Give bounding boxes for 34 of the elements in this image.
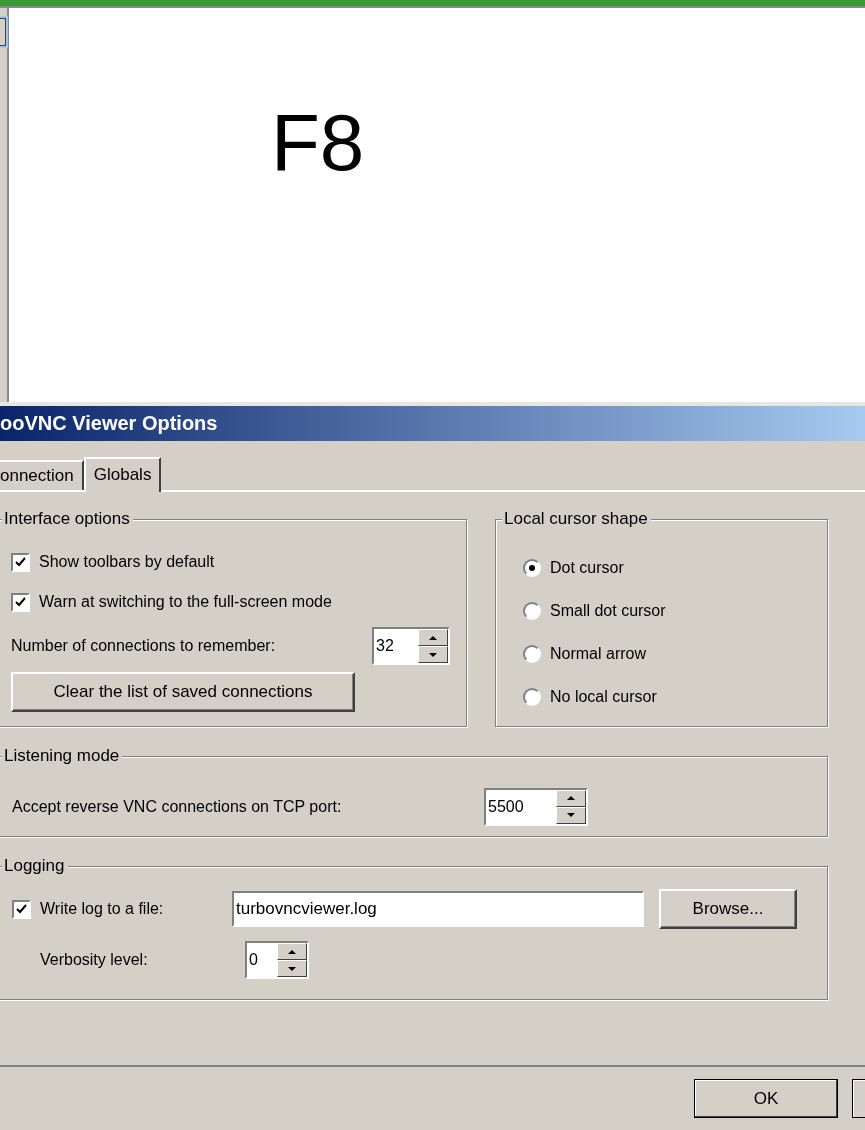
group-title: Local cursor shape [502,509,651,529]
browse-button[interactable]: Browse... [659,889,797,929]
toolbar-button[interactable] [0,18,6,46]
group-title: Logging [2,856,68,876]
group-title: Interface options [2,509,133,529]
group-title: Listening mode [2,746,123,766]
radio-label: No local cursor [550,687,657,706]
checkbox-label: Warn at switching to the full-screen mode [39,593,332,611]
radio-button[interactable] [523,601,541,620]
field-label: Number of connections to remember: [11,637,277,655]
clear-button[interactable]: Clear the list of saved connections [11,672,355,712]
file-field[interactable]: turbovncviewer.log [232,891,644,927]
radio-button[interactable] [523,644,541,663]
partial-button[interactable] [852,1079,865,1118]
radio-button[interactable] [523,558,541,577]
radio-label: Small dot cursor [550,601,666,620]
checkmark-icon [15,557,26,567]
checkbox[interactable] [12,899,31,919]
field-label: Verbosity level: [39,951,149,969]
tab[interactable]: onnection [0,460,84,490]
tab[interactable]: Globals [83,457,162,492]
checkbox[interactable] [11,552,30,572]
field-label: Accept reverse VNC connections on TCP port: [12,797,343,816]
checkmark-icon [16,904,27,914]
key-label: F8 [271,103,365,187]
radio-button[interactable] [523,687,541,706]
ok-button[interactable]: OK [694,1079,838,1118]
window-title: ooVNC Viewer Options [0,406,865,441]
checkbox[interactable] [11,592,30,612]
checkmark-icon [15,597,26,607]
checkbox-label: Write log to a file: [40,900,165,918]
radio-label: Normal arrow [550,644,646,663]
checkbox-label: Show toolbars by default [39,553,215,571]
radio-label: Dot cursor [550,558,624,577]
